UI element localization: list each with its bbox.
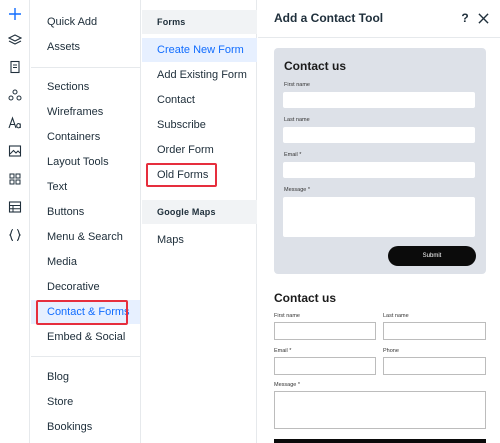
form-title: Contact us (274, 291, 337, 305)
divider (31, 356, 141, 357)
text-style-icon[interactable] (5, 113, 25, 133)
add-icon[interactable] (5, 4, 25, 24)
layers-icon[interactable] (5, 30, 25, 50)
field-label: First name (284, 82, 310, 88)
code-icon[interactable] (5, 225, 25, 245)
sub-item-subscribe[interactable]: Subscribe (142, 113, 257, 137)
message-field (283, 197, 475, 237)
category-layout-tools[interactable]: Layout Tools (31, 150, 140, 174)
category-containers[interactable]: Containers (31, 125, 140, 149)
category-quick-add[interactable]: Quick Add (31, 10, 140, 34)
last-name-field (383, 322, 486, 340)
first-name-field (274, 322, 376, 340)
apps-icon[interactable] (5, 169, 25, 189)
divider (31, 67, 141, 68)
field-label: Email * (284, 152, 302, 158)
page-icon[interactable] (5, 57, 25, 77)
email-field (274, 357, 376, 375)
close-icon[interactable] (475, 10, 491, 26)
first-name-field (283, 92, 475, 108)
highlight-box (36, 300, 128, 325)
field-label: Email * (274, 348, 292, 354)
contact-form-preview-2[interactable]: Contact us First name Last name Email * … (274, 285, 500, 443)
contact-form-preview-1[interactable]: Contact us First name Last name Email * … (274, 48, 486, 274)
field-label: First name (274, 313, 300, 319)
email-field (283, 162, 475, 178)
tool-rail (0, 0, 30, 443)
sub-item-order-form[interactable]: Order Form (142, 138, 257, 162)
category-decorative[interactable]: Decorative (31, 275, 140, 299)
highlight-box (146, 163, 217, 187)
field-label: Phone (383, 348, 399, 354)
submit-button (274, 439, 486, 443)
table-icon[interactable] (5, 197, 25, 217)
image-icon[interactable] (5, 141, 25, 161)
field-label: Last name (284, 117, 310, 123)
add-contact-tool-panel: Add a Contact Tool ? Contact us First na… (258, 0, 500, 443)
form-title: Contact us (284, 59, 347, 73)
nodes-icon[interactable] (5, 85, 25, 105)
category-embed-social[interactable]: Embed & Social (31, 325, 140, 349)
category-store[interactable]: Store (31, 390, 140, 414)
phone-field (383, 357, 486, 375)
category-assets[interactable]: Assets (31, 35, 140, 59)
section-heading-forms: Forms (142, 10, 257, 34)
field-label: Message * (284, 187, 310, 193)
category-wireframes[interactable]: Wireframes (31, 100, 140, 124)
subcategory-list: Forms Create New Form Add Existing Form … (142, 0, 257, 443)
submit-button: Submit (388, 246, 476, 266)
message-field (274, 391, 486, 429)
category-sections[interactable]: Sections (31, 75, 140, 99)
field-label: Message * (274, 382, 300, 388)
help-button[interactable]: ? (458, 9, 472, 27)
sub-item-add-existing-form[interactable]: Add Existing Form (142, 63, 257, 87)
section-heading-google-maps: Google Maps (142, 200, 257, 224)
panel-header: Add a Contact Tool ? (258, 0, 500, 38)
category-bookings[interactable]: Bookings (31, 415, 140, 439)
sub-item-create-new-form[interactable]: Create New Form (142, 38, 257, 62)
category-list: Quick Add Assets Sections Wireframes Con… (31, 0, 141, 443)
sub-item-maps[interactable]: Maps (142, 228, 257, 252)
panel-title: Add a Contact Tool (274, 11, 384, 25)
category-media[interactable]: Media (31, 250, 140, 274)
category-text[interactable]: Text (31, 175, 140, 199)
category-blog[interactable]: Blog (31, 365, 140, 389)
field-label: Last name (383, 313, 409, 319)
last-name-field (283, 127, 475, 143)
category-menu-search[interactable]: Menu & Search (31, 225, 140, 249)
sub-item-contact[interactable]: Contact (142, 88, 257, 112)
category-buttons[interactable]: Buttons (31, 200, 140, 224)
